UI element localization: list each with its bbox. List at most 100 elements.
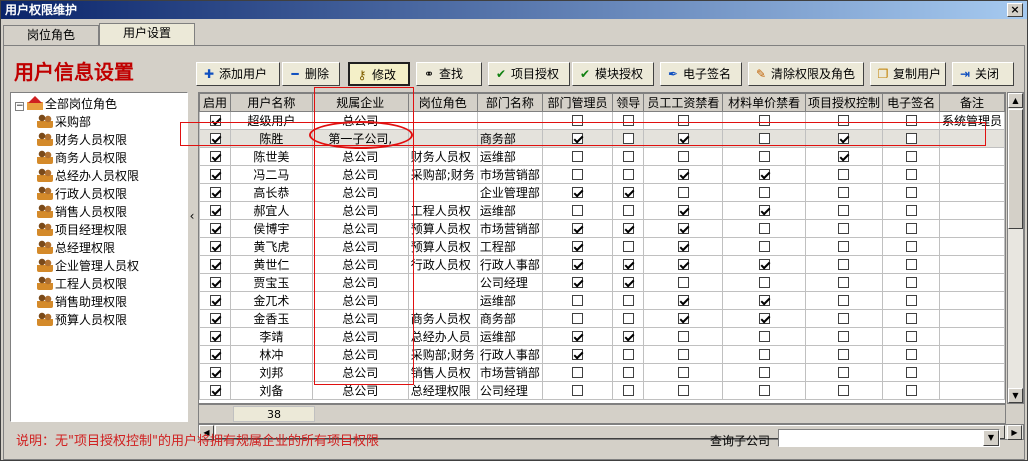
- cell-enabled[interactable]: [199, 165, 232, 184]
- column-header[interactable]: 材料单价禁看: [722, 93, 806, 112]
- checkbox[interactable]: [572, 150, 584, 162]
- cell-proj-ctrl[interactable]: [804, 129, 884, 148]
- cell-esign[interactable]: [882, 327, 940, 346]
- cell-dept-admin[interactable]: [541, 255, 614, 274]
- checkbox[interactable]: [838, 348, 850, 360]
- cell-esign[interactable]: [882, 111, 940, 130]
- tree-item[interactable]: 预算人员权限: [37, 311, 127, 329]
- scroll-thumb[interactable]: [1008, 109, 1023, 229]
- tree-item[interactable]: 项目经理权限: [37, 221, 127, 239]
- column-header[interactable]: 员工工资禁看: [643, 93, 724, 112]
- checkbox[interactable]: [622, 186, 634, 198]
- checkbox[interactable]: [622, 168, 634, 180]
- checkbox[interactable]: [622, 258, 634, 270]
- table-row[interactable]: 黄世仁 总公司 行政人员权 行政人事部: [199, 255, 1005, 274]
- cell-proj-ctrl[interactable]: [804, 345, 884, 364]
- cell-esign[interactable]: [882, 291, 940, 310]
- checkbox[interactable]: [758, 186, 770, 198]
- checkbox[interactable]: [677, 222, 689, 234]
- cell-dept-admin[interactable]: [541, 219, 614, 238]
- cell-price-hide[interactable]: [722, 381, 806, 400]
- cell-proj-ctrl[interactable]: [804, 219, 884, 238]
- cell-enabled[interactable]: [199, 327, 232, 346]
- cell-price-hide[interactable]: [722, 201, 806, 220]
- checkbox[interactable]: [622, 330, 634, 342]
- cell-salary-hide[interactable]: [643, 345, 724, 364]
- cell-proj-ctrl[interactable]: [804, 147, 884, 166]
- cell-leader[interactable]: [612, 381, 645, 400]
- cell-enabled[interactable]: [199, 345, 232, 364]
- cell-salary-hide[interactable]: [643, 255, 724, 274]
- find-button[interactable]: ⚭ 查找: [416, 62, 482, 86]
- cell-salary-hide[interactable]: [643, 327, 724, 346]
- checkbox[interactable]: [905, 204, 917, 216]
- checkbox[interactable]: [758, 258, 770, 270]
- checkbox[interactable]: [572, 366, 584, 378]
- checkbox[interactable]: [677, 384, 689, 396]
- tree-root[interactable]: − 全部岗位角色: [15, 95, 117, 113]
- checkbox[interactable]: [677, 294, 689, 306]
- cell-proj-ctrl[interactable]: [804, 111, 884, 130]
- checkbox[interactable]: [838, 276, 850, 288]
- cell-price-hide[interactable]: [722, 273, 806, 292]
- cell-price-hide[interactable]: [722, 165, 806, 184]
- checkbox[interactable]: [677, 330, 689, 342]
- checkbox[interactable]: [209, 150, 221, 162]
- column-header[interactable]: 部门名称: [476, 93, 543, 112]
- cell-proj-ctrl[interactable]: [804, 255, 884, 274]
- cell-dept-admin[interactable]: [541, 345, 614, 364]
- table-row[interactable]: 金兀术 总公司 运维部: [199, 291, 1005, 310]
- cell-enabled[interactable]: [199, 363, 232, 382]
- checkbox[interactable]: [572, 132, 584, 144]
- subcompany-select[interactable]: ▼: [778, 429, 1000, 447]
- checkbox[interactable]: [209, 222, 221, 234]
- checkbox[interactable]: [758, 348, 770, 360]
- esign-button[interactable]: ✒ 电子签名: [660, 62, 742, 86]
- cell-salary-hide[interactable]: [643, 129, 724, 148]
- checkbox[interactable]: [209, 204, 221, 216]
- cell-price-hide[interactable]: [722, 219, 806, 238]
- checkbox[interactable]: [905, 222, 917, 234]
- tree-item[interactable]: 财务人员权限: [37, 131, 127, 149]
- clear-perms-button[interactable]: ✎ 清除权限及角色: [748, 62, 864, 86]
- checkbox[interactable]: [572, 348, 584, 360]
- checkbox[interactable]: [209, 348, 221, 360]
- cell-esign[interactable]: [882, 201, 940, 220]
- tree-item[interactable]: 采购部: [37, 113, 91, 131]
- checkbox[interactable]: [622, 348, 634, 360]
- cell-enabled[interactable]: [199, 381, 232, 400]
- checkbox[interactable]: [905, 186, 917, 198]
- checkbox[interactable]: [905, 384, 917, 396]
- cell-dept-admin[interactable]: [541, 363, 614, 382]
- cell-price-hide[interactable]: [722, 309, 806, 328]
- checkbox[interactable]: [677, 312, 689, 324]
- splitter-arrow-icon[interactable]: ‹: [187, 186, 197, 246]
- checkbox[interactable]: [838, 114, 850, 126]
- cell-salary-hide[interactable]: [643, 381, 724, 400]
- table-row[interactable]: 刘备 总公司 总经理权限 公司经理: [199, 381, 1005, 400]
- checkbox[interactable]: [677, 258, 689, 270]
- table-row[interactable]: 李靖 总公司 总经办人员 运维部: [199, 327, 1005, 346]
- column-header[interactable]: 启用: [199, 93, 232, 112]
- cell-enabled[interactable]: [199, 147, 232, 166]
- checkbox[interactable]: [622, 276, 634, 288]
- checkbox[interactable]: [758, 294, 770, 306]
- checkbox[interactable]: [209, 258, 221, 270]
- checkbox[interactable]: [905, 276, 917, 288]
- cell-esign[interactable]: [882, 345, 940, 364]
- table-row[interactable]: 高长恭 总公司 企业管理部: [199, 183, 1005, 202]
- cell-esign[interactable]: [882, 309, 940, 328]
- cell-leader[interactable]: [612, 129, 645, 148]
- cell-salary-hide[interactable]: [643, 309, 724, 328]
- table-row[interactable]: 林冲 总公司 采购部;财务 行政人事部: [199, 345, 1005, 364]
- checkbox[interactable]: [209, 312, 221, 324]
- checkbox[interactable]: [838, 240, 850, 252]
- cell-esign[interactable]: [882, 183, 940, 202]
- checkbox[interactable]: [758, 168, 770, 180]
- tree-item[interactable]: 商务人员权限: [37, 149, 127, 167]
- checkbox[interactable]: [905, 348, 917, 360]
- checkbox[interactable]: [622, 132, 634, 144]
- checkbox[interactable]: [572, 240, 584, 252]
- checkbox[interactable]: [905, 258, 917, 270]
- cell-enabled[interactable]: [199, 291, 232, 310]
